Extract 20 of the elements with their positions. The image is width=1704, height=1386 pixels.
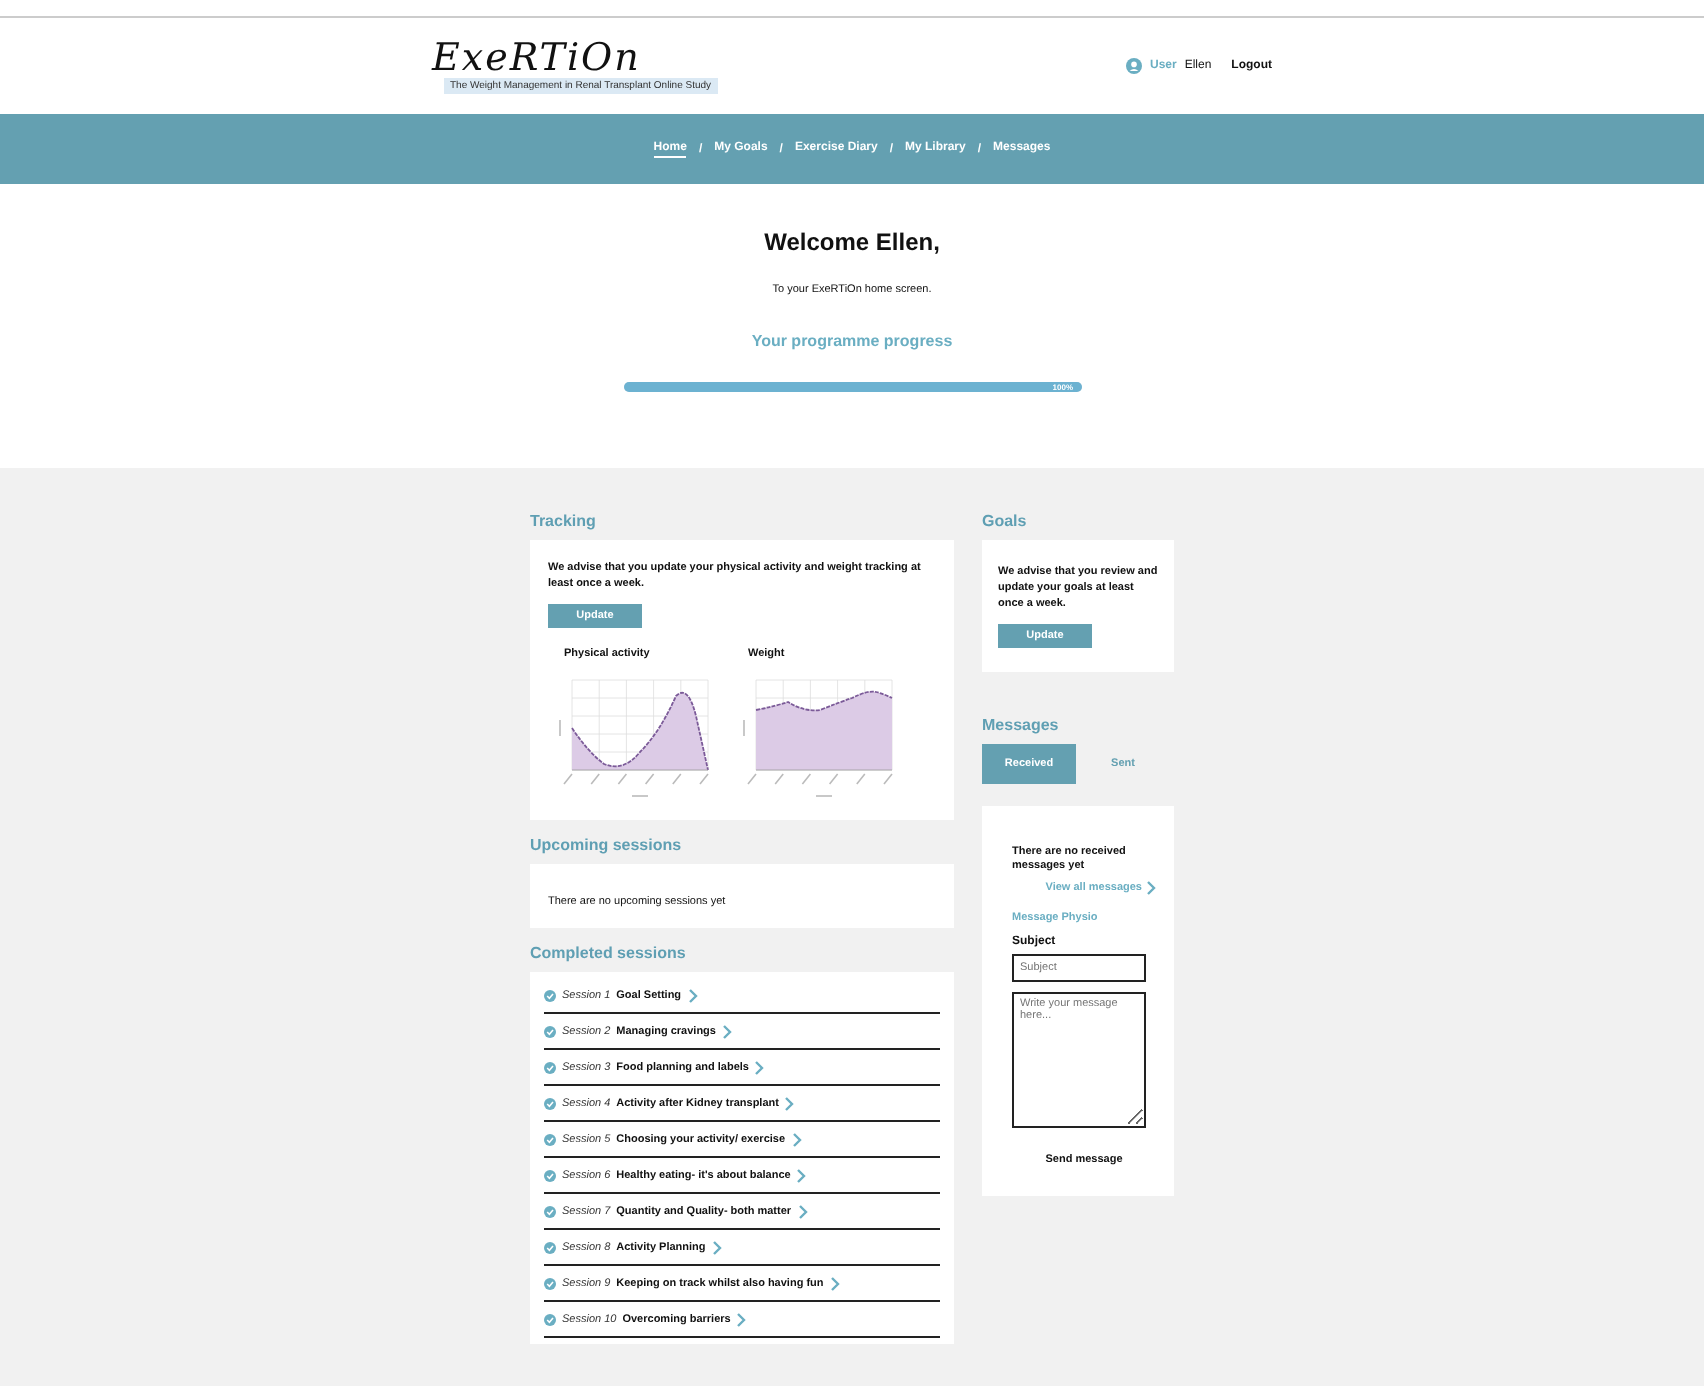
progress-heading: Your programme progress (751, 332, 953, 350)
chevron-icon (687, 987, 698, 1003)
logo-text: ExeRTiOn (432, 38, 641, 78)
chevron-icon (736, 1311, 747, 1327)
chevron-icon (1146, 880, 1156, 896)
chevron-icon (721, 1023, 732, 1039)
section-heading: Completed sessions (530, 944, 688, 962)
welcome-heading: Welcome Ellen, (764, 228, 940, 256)
section-heading: Goals (982, 512, 1029, 530)
section-heading: Messages (982, 716, 1061, 734)
chevron-icon (784, 1095, 795, 1111)
chevron-icon (791, 1131, 802, 1147)
chevron-icon (797, 1203, 808, 1219)
chevron-icon (796, 1167, 807, 1183)
chevron-icon (829, 1275, 840, 1291)
chevron-icon (711, 1239, 722, 1255)
chevron-icon (754, 1059, 765, 1075)
section-heading: Tracking (530, 512, 598, 530)
section-heading: Upcoming sessions (530, 836, 684, 854)
user-icon (1125, 58, 1142, 74)
